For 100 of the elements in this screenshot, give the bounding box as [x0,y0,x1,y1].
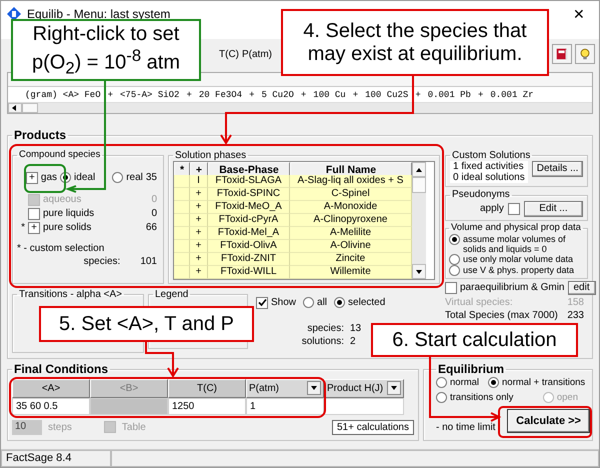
plus-sign: + [352,90,360,100]
count-label: species: [306,322,344,334]
table-cell [174,188,190,202]
scroll-bar[interactable] [8,102,592,113]
radio-button[interactable] [112,172,124,184]
reactant[interactable]: 0.001 Pb [428,90,471,100]
radio-label: real [126,172,143,184]
input-field[interactable]: 35 60 0.5 [12,398,90,415]
radio-button[interactable] [488,377,499,388]
group-title: Transitions - alpha <A> [18,288,124,300]
table-cell[interactable]: I [190,175,208,188]
radio-button[interactable] [449,264,460,276]
window-title: Equilib - Menu: last system [27,7,172,21]
table-cell[interactable]: + [190,188,208,202]
scroll-button[interactable] [412,264,426,280]
plus-sign: + [476,90,484,100]
radio-button[interactable] [303,297,314,308]
radio-label: normal + transitions [502,377,586,388]
dropdown-icon[interactable] [307,381,321,396]
checkbox[interactable]: + [26,172,38,184]
reactant[interactable]: <75-A> SiO2 [120,90,180,100]
input-field[interactable]: 1250 [168,398,246,415]
column-header[interactable]: Product H(J) [324,378,404,398]
dropdown-icon[interactable] [387,381,401,396]
species-count: 35 [146,172,158,184]
toolbar-label: P(atm) [242,48,272,60]
table-cell[interactable]: + [190,214,208,228]
species-label: pure solids [43,222,92,234]
input-field[interactable] [90,398,168,415]
table-cell[interactable]: + [190,253,208,266]
arrow-down-icon [310,384,318,392]
reactant[interactable]: 5 Cu2O [261,90,294,100]
table-cell: FToxid-WILL [208,266,290,280]
table-cell: A-Clinopyroxene [290,214,412,228]
checkbox[interactable] [28,208,40,220]
close-button[interactable]: ✕ [565,6,593,22]
time-limit-text: - no time limit [436,422,496,433]
table-cell [174,266,190,280]
calculate-button[interactable]: Calculate >> [507,408,590,433]
group-title: Compound species [18,150,102,161]
checkbox-label: apply [480,203,504,214]
radio-button[interactable] [449,254,460,265]
column-header[interactable]: P(atm) [246,378,324,398]
radio-label: transitions only [450,392,514,404]
table-cell[interactable]: + [190,201,208,214]
checkbox-label: Table [122,422,146,433]
field-label: steps [48,422,72,433]
checkbox[interactable] [256,296,268,309]
table-cell [174,175,190,188]
table-cell: FToxid-OlivA [208,240,290,254]
book-icon [555,47,569,61]
column-header[interactable]: <A> [12,378,90,398]
input-field[interactable] [324,398,404,415]
radio-button[interactable] [334,297,346,308]
table-cell: A-Melilite [290,227,412,240]
callout-text: 5. Set <A>, T and P [59,312,234,336]
radio-button[interactable] [449,234,460,245]
input-field[interactable]: 1 [246,398,324,415]
table-cell [174,214,190,228]
table-cell[interactable]: + [190,266,208,280]
radio-label: all [317,297,328,308]
reactant[interactable]: 20 Fe3O4 [198,90,242,100]
scroll-bar[interactable] [412,162,426,280]
table-cell: Willemite [290,266,412,280]
toolbar-button[interactable] [552,44,572,64]
radio-button[interactable] [436,377,447,388]
solution-count: 0 ideal solutions [453,172,525,184]
checkbox[interactable] [508,202,520,215]
plus-sign: + [414,90,422,100]
reactant[interactable]: 0.001 Zr [490,90,534,100]
column-header[interactable]: T(C) [168,378,246,398]
table-cell: FToxid-Mel_A [208,227,290,240]
radio-label: normal [450,377,480,388]
reactant[interactable]: (gram) <A> FeO [25,90,101,100]
table-cell[interactable]: + [190,240,208,254]
species-count: 66 [146,222,158,234]
scroll-thumb[interactable] [412,177,426,194]
table-cell: FToxid-cPyrA [208,214,290,228]
table-cell[interactable]: + [190,227,208,240]
edit-button[interactable]: Edit ... [524,200,583,217]
details-button[interactable]: Details ... [532,161,584,178]
species-count: 0 [151,208,158,220]
table-cell: A-Slag-liq all oxides + S [290,175,412,188]
scroll-button[interactable] [8,103,22,113]
scroll-thumb[interactable] [22,103,38,113]
custom-mark: * [20,222,25,234]
table-cell [174,227,190,240]
plus-sign: + [185,90,193,100]
checkbox[interactable]: + [28,222,40,234]
reactant[interactable]: 100 Cu [313,90,346,100]
scroll-button[interactable] [412,162,426,178]
checkbox[interactable] [445,282,457,294]
reactant[interactable]: 100 Cu2S [365,90,408,100]
toolbar-button[interactable] [575,44,595,64]
callout-text: 4. Select the species that may exist at equilibrium. [302,20,528,66]
edit-button[interactable]: edit [568,280,596,295]
table-cell: Zincite [290,253,412,266]
radio-button[interactable] [436,392,447,404]
toolbar-label: T(C) [219,48,239,60]
calculations-count: 51+ calculations [332,420,414,435]
